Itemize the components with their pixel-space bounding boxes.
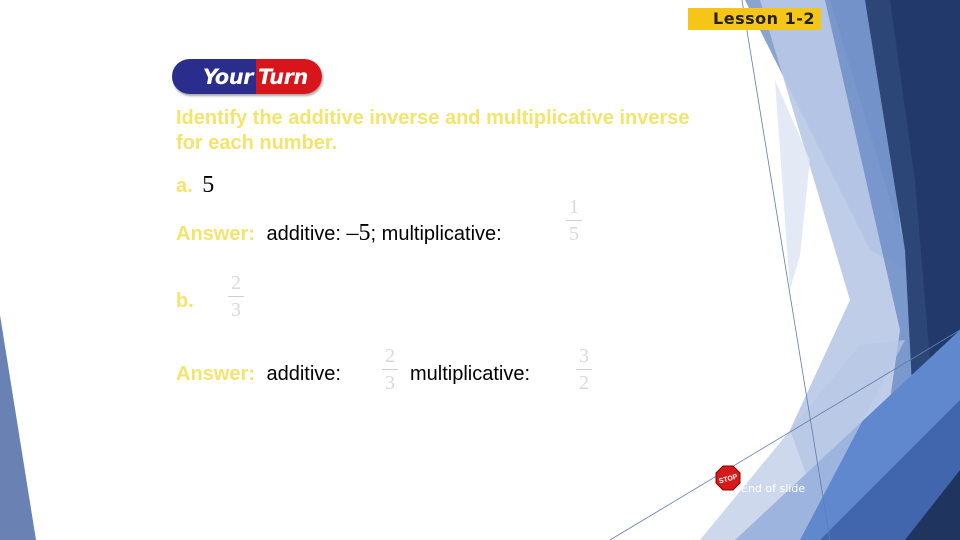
slide-background <box>0 0 960 540</box>
fraction-numerator: 2 <box>385 345 395 367</box>
your-turn-left-text: Your <box>202 64 254 89</box>
item-b-label: b. <box>176 290 194 312</box>
answer-a-multiplicative-label: multiplicative: <box>381 223 502 245</box>
answer-a-separator: ; <box>370 223 377 245</box>
prompt-text: Identify the additive inverse and multip… <box>176 106 690 156</box>
left-accent-shape <box>0 315 36 540</box>
your-turn-right: Turn <box>256 59 322 94</box>
answer-b-label: Answer: <box>176 363 255 385</box>
answer-b-additive-label: additive: <box>266 363 341 385</box>
answer-a-additive-value: –5 <box>346 220 371 246</box>
your-turn-left: Your <box>172 59 256 94</box>
fraction-bar <box>382 369 398 370</box>
item-b-fraction: 2 3 <box>228 272 244 321</box>
answer-a: Answer: additive: –5; multiplicative: <box>176 220 502 247</box>
item-a-label: a. <box>176 175 193 197</box>
item-a: a. 5 <box>176 172 214 199</box>
fraction-numerator: 3 <box>579 345 589 367</box>
answer-a-additive-label: additive: <box>266 223 341 245</box>
answer-b-additive-fraction: 2 3 <box>382 345 398 394</box>
your-turn-right-text: Turn <box>258 64 308 89</box>
prompt-line-1: Identify the additive inverse and multip… <box>176 107 690 129</box>
answer-b: Answer: additive: <box>176 363 341 386</box>
fraction-numerator: 1 <box>569 196 579 218</box>
fraction-numerator: 2 <box>231 272 241 294</box>
stop-sign-icon[interactable]: STOP <box>715 465 741 491</box>
answer-b-multiplicative-label: multiplicative: <box>410 363 531 385</box>
fraction-denominator: 3 <box>231 299 241 321</box>
your-turn-banner: Your Turn <box>172 59 322 94</box>
end-of-slide-link[interactable]: End of slide <box>741 482 805 495</box>
fraction-bar <box>228 296 244 297</box>
answer-b-multiplicative-fraction: 3 2 <box>576 345 592 394</box>
fraction-denominator: 2 <box>579 372 589 394</box>
fraction-denominator: 3 <box>385 372 395 394</box>
lesson-badge: Lesson 1-2 <box>688 8 821 30</box>
fraction-denominator: 5 <box>569 223 579 245</box>
fraction-bar <box>576 369 592 370</box>
item-a-number: 5 <box>202 172 215 198</box>
fraction-bar <box>566 220 582 221</box>
answer-a-label: Answer: <box>176 223 255 245</box>
answer-a-multiplicative-fraction: 1 5 <box>566 196 582 245</box>
prompt-line-2: for each number. <box>176 132 338 154</box>
